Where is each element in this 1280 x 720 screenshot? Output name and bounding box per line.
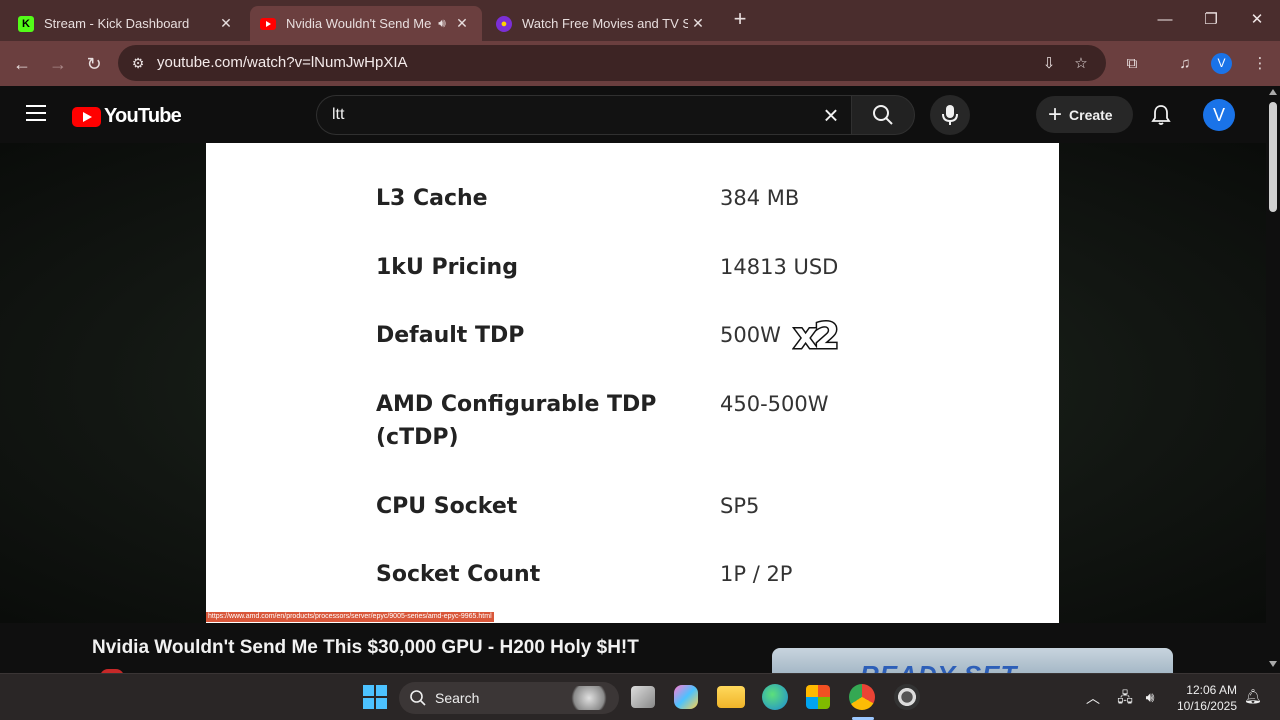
page-scrollbar[interactable] bbox=[1266, 86, 1280, 673]
spec-value: SP5 bbox=[720, 494, 760, 518]
copilot-icon[interactable] bbox=[674, 685, 698, 709]
menu-icon[interactable] bbox=[26, 105, 46, 121]
address-bar[interactable]: ⚙ youtube.com/watch?v=lNumJwHpXIA ⇩ ☆ bbox=[118, 45, 1106, 81]
taskbar-search-label: Search bbox=[435, 690, 480, 706]
windows-start-icon[interactable] bbox=[361, 683, 389, 711]
reload-icon[interactable]: ↻ bbox=[81, 51, 107, 77]
scrollbar-thumb[interactable] bbox=[1269, 102, 1277, 212]
youtube-logo[interactable]: YouTube bbox=[72, 105, 182, 128]
microsoft-store-icon[interactable] bbox=[806, 685, 830, 709]
video-info: Nvidia Wouldn't Send Me This $30,000 GPU… bbox=[0, 623, 1266, 678]
tab-kick-dashboard[interactable]: K Stream - Kick Dashboard ✕ bbox=[8, 6, 246, 41]
search-highlight-icon bbox=[567, 686, 611, 710]
spec-label: Socket Count bbox=[376, 562, 541, 587]
spec-value: 1P / 2P bbox=[720, 562, 793, 586]
account-avatar[interactable]: V bbox=[1203, 99, 1235, 131]
spec-value: 450-500W bbox=[720, 392, 829, 416]
restore-window-icon[interactable]: ❐ bbox=[1196, 8, 1226, 32]
browser-menu-icon[interactable]: ⋮ bbox=[1248, 52, 1272, 76]
close-tab-icon[interactable]: ✕ bbox=[216, 15, 236, 32]
spec-label: CPU Socket bbox=[376, 494, 518, 519]
search-input[interactable]: ltt × bbox=[316, 95, 852, 135]
clear-search-icon[interactable]: × bbox=[816, 100, 846, 130]
site-info-icon[interactable]: ⚙ bbox=[128, 53, 148, 73]
media-control-icon[interactable]: ♫ bbox=[1173, 52, 1197, 76]
volume-icon[interactable]: 🔊︎ bbox=[1140, 687, 1160, 707]
spec-value: 384 MB bbox=[720, 186, 800, 210]
youtube-logo-text: YouTube bbox=[104, 105, 182, 127]
scroll-down-icon[interactable] bbox=[1269, 661, 1277, 667]
close-window-icon[interactable]: ✕ bbox=[1242, 8, 1272, 32]
back-icon[interactable]: ← bbox=[9, 51, 35, 77]
search-button[interactable] bbox=[851, 95, 915, 135]
spec-label: AMD Configurable TDP (cTDP) bbox=[376, 392, 657, 450]
notifications-icon[interactable]: 🔔︎ bbox=[1244, 688, 1262, 705]
clock-time: 12:06 AM bbox=[1186, 683, 1237, 697]
install-app-icon[interactable]: ⇩ bbox=[1038, 53, 1060, 75]
reading-mode-icon[interactable]: ⧉ bbox=[1120, 52, 1144, 76]
video-player[interactable]: L3 Cache 384 MB 1kU Pricing 14813 USD De… bbox=[0, 143, 1266, 623]
x2-overlay: x2 bbox=[793, 315, 841, 355]
spec-label: Default TDP bbox=[376, 323, 525, 348]
x2-overlay-text: x2 bbox=[794, 316, 836, 354]
notifications-bell-icon[interactable] bbox=[1149, 103, 1173, 127]
spec-slide: L3 Cache 384 MB 1kU Pricing 14813 USD De… bbox=[206, 143, 1059, 623]
create-button[interactable]: + Create bbox=[1036, 96, 1133, 133]
microphone-icon bbox=[942, 105, 958, 125]
voice-search-button[interactable] bbox=[930, 95, 970, 135]
new-tab-button[interactable]: + bbox=[728, 8, 752, 32]
spec-value: 14813 USD bbox=[720, 255, 839, 279]
search-icon bbox=[410, 690, 426, 706]
url-text[interactable]: youtube.com/watch?v=lNumJwHpXIA bbox=[157, 54, 408, 71]
search-icon bbox=[873, 105, 893, 125]
tab-youtube-video[interactable]: Nvidia Wouldn't Send Me Thi 🔊︎ ✕ bbox=[250, 6, 482, 41]
bookmark-star-icon[interactable]: ☆ bbox=[1070, 53, 1092, 75]
spec-label: 1kU Pricing bbox=[376, 255, 518, 280]
video-title: Nvidia Wouldn't Send Me This $30,000 GPU… bbox=[92, 637, 639, 658]
browser-toolbar: ← → ↻ ⚙ youtube.com/watch?v=lNumJwHpXIA … bbox=[0, 41, 1280, 86]
edge-icon[interactable] bbox=[762, 684, 788, 710]
browser-tab-strip: K Stream - Kick Dashboard ✕ Nvidia Would… bbox=[0, 0, 1280, 41]
spec-value: 500W bbox=[720, 323, 781, 347]
chrome-icon[interactable] bbox=[849, 684, 875, 710]
network-icon[interactable]: 🖧︎ bbox=[1115, 687, 1135, 707]
scroll-up-icon[interactable] bbox=[1269, 89, 1277, 95]
task-view-icon[interactable] bbox=[631, 686, 655, 708]
close-tab-icon[interactable]: ✕ bbox=[688, 15, 708, 32]
tab-movies-site[interactable]: ● Watch Free Movies and TV Sho ✕ bbox=[486, 6, 718, 41]
minimize-window-icon[interactable]: — bbox=[1150, 8, 1180, 32]
windows-taskbar: Search ︿ 🖧︎ 🔊︎ 12:06 AM 10/16/2025 🔔︎ bbox=[0, 673, 1280, 720]
system-clock[interactable]: 12:06 AM 10/16/2025 bbox=[1175, 682, 1237, 714]
kick-icon: K bbox=[18, 15, 34, 32]
create-label: Create bbox=[1069, 106, 1113, 123]
browser-profile-avatar[interactable]: V bbox=[1211, 53, 1232, 74]
show-hidden-icons-chevron[interactable]: ︿ bbox=[1086, 688, 1100, 708]
youtube-header: YouTube ltt × + Create V bbox=[0, 86, 1266, 143]
close-tab-icon[interactable]: ✕ bbox=[452, 15, 472, 32]
spec-label: L3 Cache bbox=[376, 186, 488, 211]
audio-playing-icon[interactable]: 🔊︎ bbox=[432, 16, 452, 31]
youtube-play-icon bbox=[72, 106, 101, 127]
file-explorer-icon[interactable] bbox=[717, 686, 745, 708]
taskbar-search[interactable]: Search bbox=[399, 682, 619, 714]
movie-site-icon: ● bbox=[496, 15, 512, 32]
youtube-icon bbox=[260, 17, 276, 30]
search-query-text[interactable]: ltt bbox=[332, 106, 344, 124]
tab-title: Watch Free Movies and TV Sho bbox=[522, 16, 688, 31]
tab-title: Stream - Kick Dashboard bbox=[44, 16, 190, 31]
source-url-caption: https://www.amd.com/en/products/processo… bbox=[206, 612, 494, 622]
tab-title: Nvidia Wouldn't Send Me Thi bbox=[286, 16, 432, 31]
clock-date: 10/16/2025 bbox=[1176, 699, 1237, 713]
plus-icon: + bbox=[1048, 100, 1063, 128]
obs-icon[interactable] bbox=[894, 684, 920, 710]
forward-icon[interactable]: → bbox=[45, 51, 71, 77]
